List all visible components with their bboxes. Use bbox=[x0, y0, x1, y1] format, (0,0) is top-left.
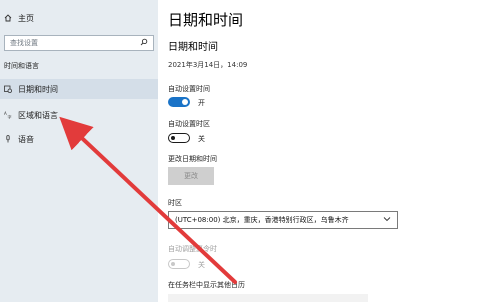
sidebar: 主页 查找设置 时间和语言 日期和时间 A字 区域和语言 语音 bbox=[0, 0, 158, 302]
auto-time-label: 自动设置时间 bbox=[168, 85, 210, 93]
chevron-down-icon bbox=[383, 216, 391, 224]
auto-time-toggle[interactable] bbox=[168, 97, 190, 107]
page-title: 日期和时间 bbox=[168, 11, 244, 29]
sidebar-item-speech-label: 语音 bbox=[18, 134, 34, 144]
auto-time-state: 开 bbox=[198, 99, 205, 107]
sidebar-item-home-label: 主页 bbox=[18, 13, 34, 23]
auto-timezone-state: 关 bbox=[198, 135, 205, 143]
current-datetime: 2021年3月14日，14:09 bbox=[168, 61, 248, 69]
timezone-label: 时区 bbox=[168, 199, 182, 207]
dst-state: 关 bbox=[198, 261, 205, 269]
search-input[interactable]: 查找设置 bbox=[4, 35, 154, 51]
auto-timezone-label: 自动设置时区 bbox=[168, 120, 210, 128]
home-icon bbox=[4, 14, 12, 22]
language-icon: A字 bbox=[4, 111, 12, 119]
taskbar-calendar-label: 在任务栏中显示其他日历 bbox=[168, 281, 245, 289]
microphone-icon bbox=[4, 135, 12, 143]
search-icon[interactable] bbox=[140, 38, 148, 48]
dst-label: 自动调整夏令时 bbox=[168, 245, 217, 253]
auto-timezone-toggle[interactable] bbox=[168, 133, 190, 143]
section-title: 日期和时间 bbox=[168, 42, 218, 53]
sidebar-item-date-time[interactable]: 日期和时间 bbox=[0, 79, 158, 99]
timezone-select[interactable]: (UTC+08:00) 北京，重庆，香港特别行政区，乌鲁木齐 bbox=[168, 211, 398, 229]
sidebar-item-speech[interactable]: 语音 bbox=[0, 129, 158, 149]
timezone-value: (UTC+08:00) 北京，重庆，香港特别行政区，乌鲁木齐 bbox=[175, 216, 349, 224]
calendar-clock-icon bbox=[4, 85, 12, 93]
search-placeholder: 查找设置 bbox=[10, 39, 38, 47]
dst-toggle[interactable] bbox=[168, 259, 190, 269]
sidebar-section-title: 时间和语言 bbox=[4, 62, 39, 70]
sidebar-item-date-time-label: 日期和时间 bbox=[18, 84, 58, 94]
change-datetime-label: 更改日期和时间 bbox=[168, 155, 217, 163]
main-panel: 日期和时间 日期和时间 2021年3月14日，14:09 自动设置时间 开 自动… bbox=[158, 0, 500, 302]
taskbar-calendar-dropdown[interactable] bbox=[168, 294, 368, 302]
sidebar-item-home[interactable]: 主页 bbox=[0, 8, 158, 28]
sidebar-item-region-language-label: 区域和语言 bbox=[18, 110, 58, 120]
svg-text:字: 字 bbox=[8, 114, 12, 120]
change-datetime-button[interactable]: 更改 bbox=[168, 167, 214, 185]
sidebar-item-region-language[interactable]: A字 区域和语言 bbox=[0, 105, 158, 125]
